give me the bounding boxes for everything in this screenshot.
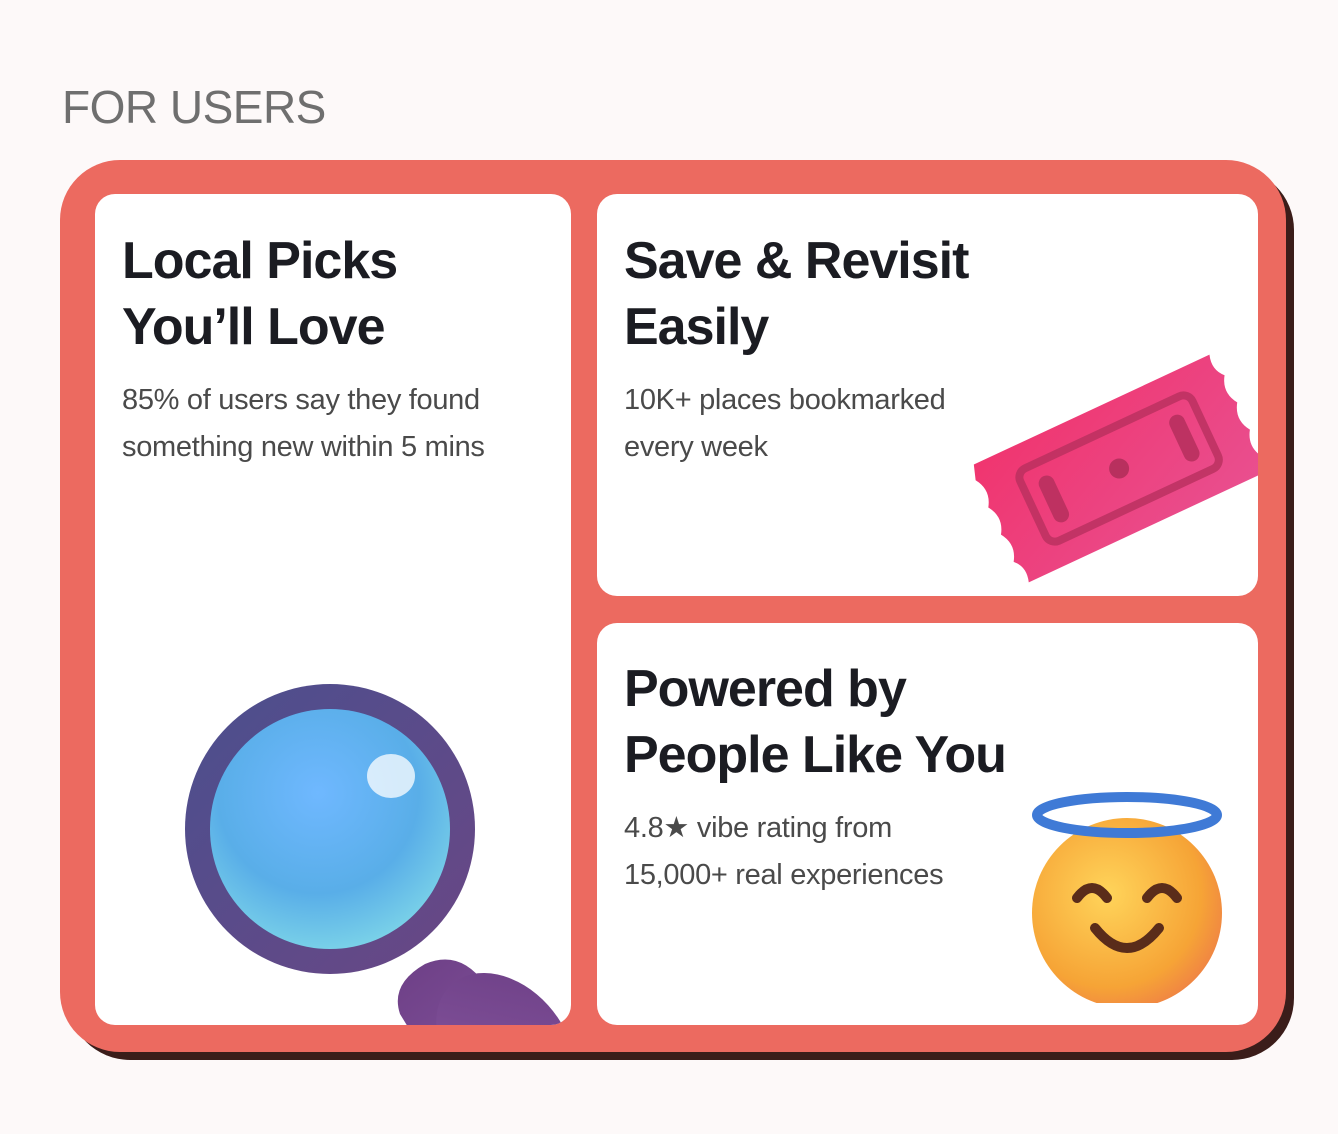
card-title-line: Save & Revisit — [624, 232, 969, 290]
card-title: Powered by People Like You — [624, 656, 1007, 788]
section-label: FOR USERS — [62, 81, 326, 133]
card-title: Save & Revisit Easily — [624, 228, 969, 360]
card-description: 4.8★ vibe rating from 15,000+ real exper… — [624, 805, 944, 899]
card-description: 10K+ places bookmarked every week — [624, 377, 946, 471]
features-frame: Local Picks You’ll Love 85% of users say… — [60, 160, 1286, 1052]
magnifying-glass-icon — [185, 684, 571, 1025]
card-title-line: Easily — [624, 298, 769, 356]
card-title-line: Local Picks — [122, 232, 398, 290]
card-description-line: 15,000+ real experiences — [624, 859, 944, 891]
smiling-halo-face-icon — [1032, 792, 1222, 1003]
card-description-line: 85% of users say they found — [122, 384, 480, 416]
card-title-line: Powered by — [624, 660, 907, 718]
card-description-line: 4.8★ vibe rating from — [624, 812, 892, 844]
card-title: Local Picks You’ll Love — [122, 228, 398, 360]
card-description-line: something new within 5 mins — [122, 431, 485, 463]
feature-card-save-revisit: Save & Revisit Easily 10K+ places bookma… — [597, 194, 1258, 596]
card-title-line: People Like You — [624, 726, 1007, 784]
card-description: 85% of users say they found something ne… — [122, 377, 485, 471]
feature-card-local-picks: Local Picks You’ll Love 85% of users say… — [95, 194, 571, 1025]
feature-card-powered-by-people: Powered by People Like You 4.8★ vibe rat… — [597, 623, 1258, 1025]
card-description-line: every week — [624, 431, 768, 463]
card-title-line: You’ll Love — [122, 298, 386, 356]
ticket-icon — [973, 354, 1258, 583]
card-description-line: 10K+ places bookmarked — [624, 384, 946, 416]
